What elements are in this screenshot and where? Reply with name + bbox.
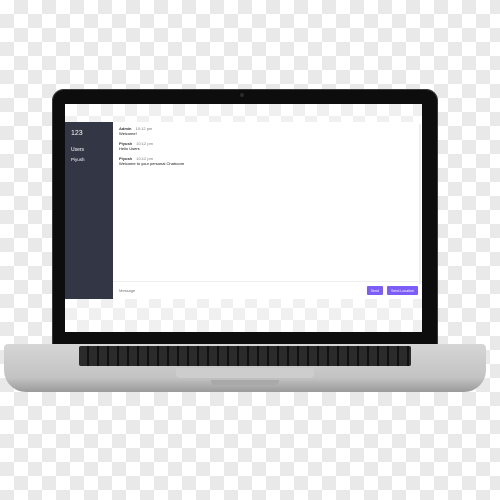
laptop-base — [4, 344, 486, 392]
compose-bar: Send Send Location — [113, 281, 422, 299]
message-input[interactable] — [117, 286, 363, 295]
user-list-item: Piyush — [71, 157, 85, 162]
message-scrollbar[interactable] — [419, 124, 421, 284]
message-list: Admin 10:12 pm Welcome! Piyush 10:12 pm … — [113, 122, 422, 281]
room-title: 123 — [71, 130, 83, 137]
message-text: Welcome! — [119, 131, 137, 136]
chat-sidebar: 123 Users Piyush — [65, 122, 113, 299]
trackpad — [176, 368, 314, 378]
message: Piyush 10:12 pm Welcome to your personal… — [119, 156, 416, 166]
laptop-lid: 123 Users Piyush Admin 10:12 pm Welcome! — [52, 89, 438, 345]
message-time: 10:12 pm — [135, 126, 153, 131]
camera-icon — [240, 93, 244, 97]
chat-main: Admin 10:12 pm Welcome! Piyush 10:12 pm … — [113, 122, 422, 299]
users-heading: Users — [71, 147, 85, 153]
keyboard — [79, 346, 411, 366]
message-text: Hello Users — [119, 146, 140, 151]
laptop-screen: 123 Users Piyush Admin 10:12 pm Welcome! — [65, 104, 422, 332]
chat-app: 123 Users Piyush Admin 10:12 pm Welcome! — [65, 122, 422, 299]
message: Admin 10:12 pm Welcome! — [119, 126, 416, 136]
message: Piyush 10:12 pm Hello Users — [119, 141, 416, 151]
base-notch — [211, 380, 279, 385]
send-button[interactable]: Send — [366, 286, 384, 295]
message-text: Welcome to your personal Chatroom — [119, 161, 185, 166]
send-location-button[interactable]: Send Location — [387, 286, 418, 295]
